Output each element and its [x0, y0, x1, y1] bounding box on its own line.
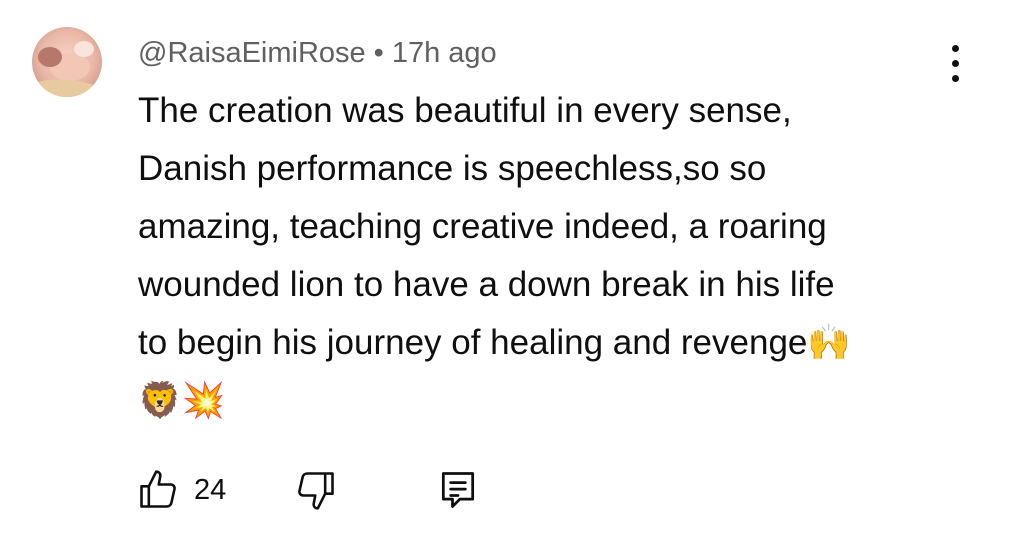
- avatar[interactable]: [32, 27, 102, 97]
- comment-text-line: 🦁💥: [138, 381, 226, 420]
- comment-text-line: to begin his journey of healing and reve…: [138, 323, 851, 362]
- meta-separator: •: [373, 37, 384, 69]
- thumbs-up-icon: [140, 470, 176, 508]
- avatar-photo: [32, 27, 102, 97]
- comment-text: The creation was beautiful in every sens…: [138, 82, 948, 430]
- dislike-button[interactable]: [294, 462, 338, 518]
- author-handle[interactable]: @RaisaEimiRose: [138, 37, 366, 69]
- comment-text-line: amazing, teaching creative indeed, a roa…: [138, 207, 827, 246]
- comment-text-line: Danish performance is speechless,so so: [138, 149, 767, 188]
- comment-header: @RaisaEimiRose • 17h ago: [138, 34, 497, 72]
- like-button[interactable]: 24: [136, 462, 226, 518]
- thumbs-down-icon: [298, 472, 334, 510]
- reply-button[interactable]: [436, 462, 480, 518]
- comment-text-line: The creation was beautiful in every sens…: [138, 91, 792, 130]
- comment-text-line: wounded lion to have a down break in his…: [138, 265, 835, 304]
- comment-timestamp[interactable]: 17h ago: [392, 37, 497, 69]
- more-options-button[interactable]: [938, 42, 974, 86]
- reply-comment-icon: [441, 472, 475, 508]
- like-count: 24: [194, 473, 227, 506]
